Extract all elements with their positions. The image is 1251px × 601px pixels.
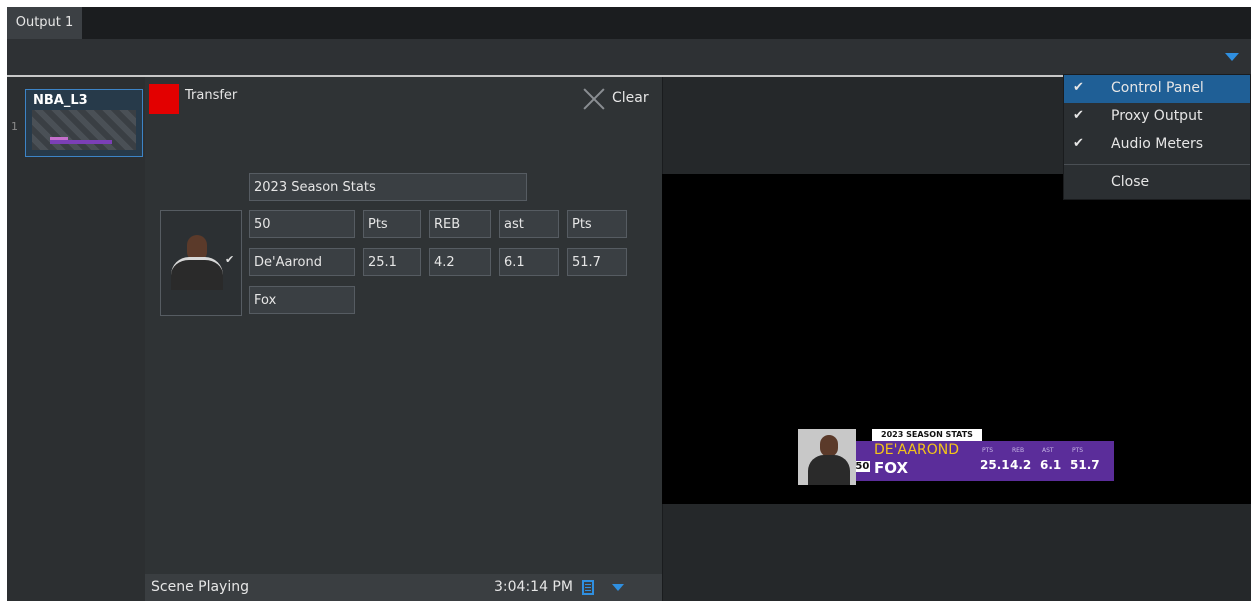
control-panel: Transfer Clear ✔ Scene P [145,77,663,601]
last-name-field[interactable] [249,286,355,314]
scene-list: 1 NBA_L3 [7,77,146,601]
number-field[interactable] [249,210,355,238]
stat-value-field-1[interactable] [363,248,421,276]
status-time: 3:04:14 PM [494,579,573,595]
player-jersey-image [808,455,850,485]
menu-item-control-panel[interactable]: ✔ Control Panel [1064,75,1250,103]
lower-third-stat-head: REB [1012,447,1025,454]
status-bar: Scene Playing 3:04:14 PM [145,574,662,601]
app-window: Output 1 1 NBA_L3 Transfer Clear 2023 Se… [7,7,1251,601]
stat-head-field-2[interactable] [429,210,491,238]
transfer-button[interactable] [149,84,179,114]
thumbnail-graphic-bar [50,140,112,144]
stat-value-field-2[interactable] [429,248,491,276]
stat-head-field-1[interactable] [363,210,421,238]
transfer-label[interactable]: Transfer [185,88,237,103]
lower-third-stat-heads: PTS REB AST PTS [982,447,1102,454]
tab-bar: Output 1 [7,7,1251,39]
checkmark-icon: ✔ [1073,80,1084,95]
lower-third-stat-value: 4.2 [1010,458,1032,472]
scene-name: NBA_L3 [33,93,88,108]
menu-item-audio-meters[interactable]: ✔ Audio Meters [1064,131,1250,159]
lower-third-player-photo [798,429,856,485]
player-jersey-image [171,257,223,290]
menu-separator [1064,164,1250,165]
stat-head-field-3[interactable] [499,210,559,238]
checkmark-icon: ✔ [1073,108,1084,123]
lower-third-stat-value: 6.1 [1040,458,1062,472]
stat-value-field-4[interactable] [567,248,627,276]
scene-thumbnail[interactable]: NBA_L3 [25,89,143,157]
lower-third-title: 2023 SEASON STATS [872,429,982,441]
lower-third-stat-value: 51.7 [1070,458,1100,472]
toolbar [7,39,1251,75]
menu-item-label: Audio Meters [1111,136,1204,152]
lower-third-stat-head: AST [1042,447,1054,454]
menu-item-label: Proxy Output [1111,108,1203,124]
lower-third-stat-values: 25.14.2 6.1 51.7 [980,458,1100,472]
player-photo-picker[interactable]: ✔ [160,210,242,316]
proxy-output-preview: DE'AAROND FOX #50 PTS REB AST PTS 25.14.2 6.… [662,174,1251,504]
tab-output-1[interactable]: Output 1 [7,7,82,39]
stat-value-field-3[interactable] [499,248,559,276]
view-menu-dropdown-icon[interactable] [1225,53,1239,61]
lower-third-bar: DE'AAROND FOX #50 PTS REB AST PTS 25.14.2 6.… [846,441,1114,481]
menu-item-proxy-output[interactable]: ✔ Proxy Output [1064,103,1250,131]
close-x-icon [582,87,606,111]
chevron-down-icon[interactable]: ✔ [225,253,234,266]
lower-third-stat-head: PTS [1072,447,1084,454]
lower-third-stat-head: PTS [982,447,994,454]
lower-third-stat-value: 25.1 [980,458,1010,472]
stat-head-field-4[interactable] [567,210,627,238]
menu-item-close[interactable]: Close [1064,169,1250,197]
clear-label: Clear [612,90,649,106]
lower-third-graphic: DE'AAROND FOX #50 PTS REB AST PTS 25.14.2 6.… [798,429,1114,485]
player-head-image [820,435,838,457]
document-icon[interactable] [582,580,594,595]
thumbnail-preview [32,110,136,150]
first-name-field[interactable] [249,248,355,276]
checkmark-icon: ✔ [1073,136,1084,151]
view-dropdown-menu: ✔ Control Panel ✔ Proxy Output ✔ Audio M… [1063,74,1251,200]
scene-row-number: 1 [11,120,18,133]
status-dropdown-icon[interactable] [612,584,624,591]
title-field[interactable] [249,173,527,201]
lower-third-first-name: DE'AAROND [874,442,960,458]
clear-button[interactable]: Clear [582,85,656,113]
menu-item-label: Control Panel [1111,80,1204,96]
status-text: Scene Playing [151,579,249,595]
menu-item-label: Close [1111,174,1150,190]
lower-third-last-name: FOX [874,459,909,477]
